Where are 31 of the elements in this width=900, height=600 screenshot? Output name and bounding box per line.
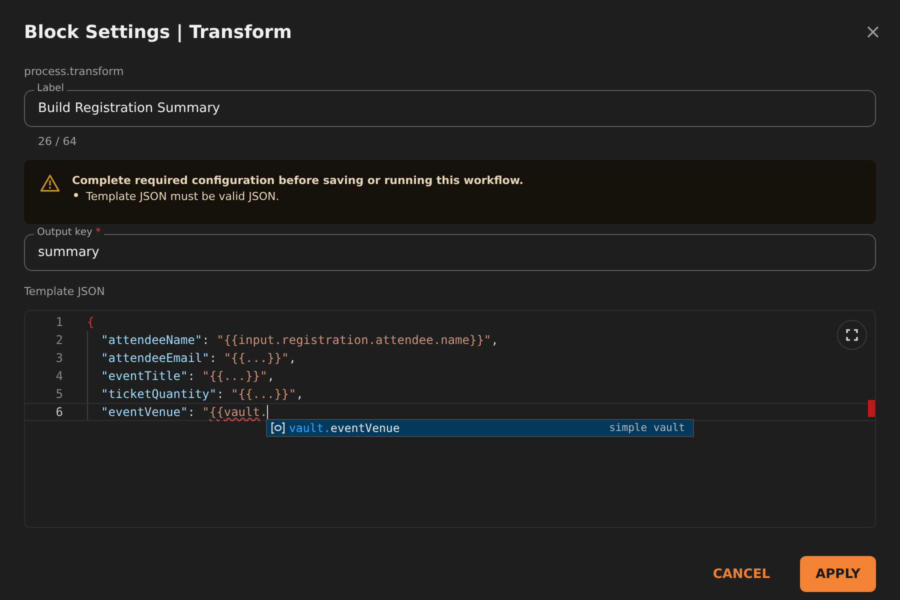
close-icon[interactable]	[866, 25, 880, 39]
code-line: "eventVenue": "{{vault.	[101, 405, 268, 419]
line-number: 5	[54, 387, 63, 401]
apply-button[interactable]: APPLY	[800, 556, 876, 592]
line-number: 6	[54, 405, 63, 419]
warning-icon	[40, 174, 60, 192]
variable-icon	[271, 422, 285, 434]
dialog-title: Block Settings | Transform	[24, 22, 292, 42]
line-number: 3	[54, 351, 63, 365]
bullet-icon	[74, 193, 78, 197]
field-label: Output key *	[34, 227, 104, 239]
line-number: 2	[54, 333, 63, 347]
alert-item: Template JSON must be valid JSON.	[86, 190, 280, 203]
error-marker	[868, 400, 875, 417]
template-label: Template JSON	[24, 285, 106, 298]
code-line: "attendeeName": "{{input.registration.attendee.name}}",	[101, 333, 498, 347]
fullscreen-icon	[846, 329, 858, 341]
code-line: {	[87, 315, 94, 329]
alert-title: Complete required configuration before saving or running this workflow.	[72, 174, 524, 187]
fullscreen-button[interactable]	[837, 320, 867, 350]
cancel-button[interactable]: CANCEL	[698, 556, 784, 592]
label-field[interactable]: Build Registration Summary	[24, 90, 876, 127]
suggestion-item[interactable]: vault.eventVenue simple vault	[267, 420, 693, 436]
code-line: "eventTitle": "{{...}}",	[101, 369, 274, 383]
code-line: "ticketQuantity": "{{...}}",	[101, 387, 304, 401]
line-number: 4	[54, 369, 63, 383]
block-type: process.transform	[24, 65, 125, 78]
character-counter: 26 / 64	[38, 135, 78, 148]
text-cursor	[267, 404, 268, 420]
code-line: "attendeeEmail": "{{...}}",	[101, 351, 296, 365]
line-number: 1	[54, 315, 63, 329]
